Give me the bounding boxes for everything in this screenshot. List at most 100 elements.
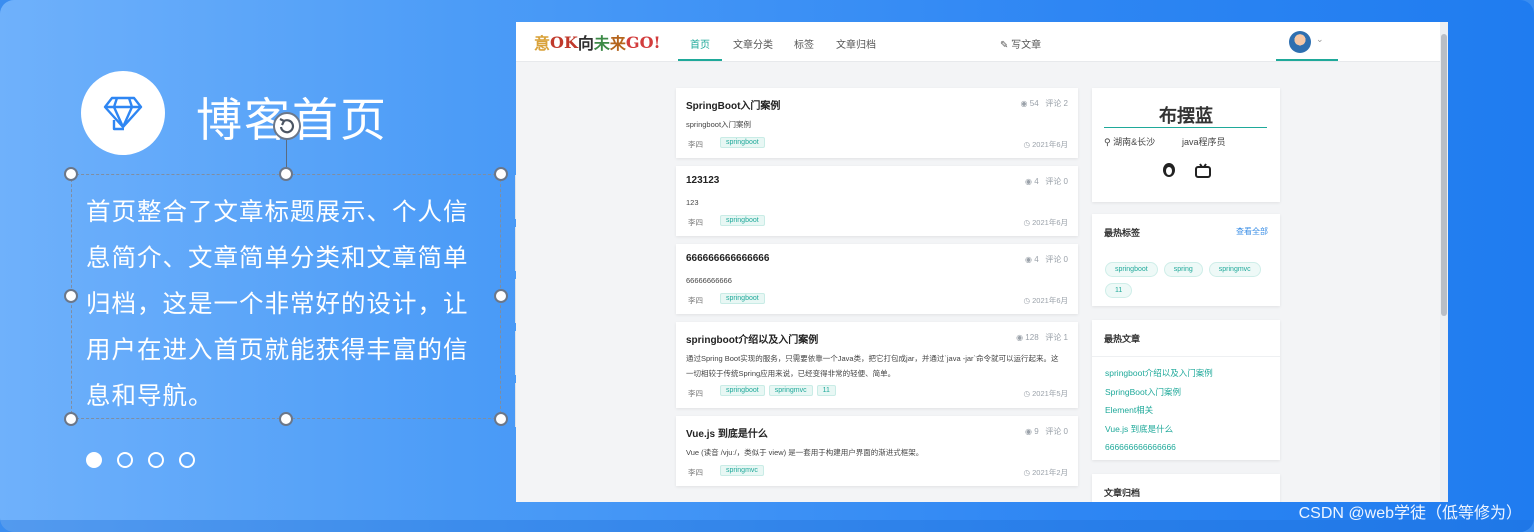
article-title[interactable]: springboot介绍以及入门案例	[686, 331, 818, 346]
article-meta: ◉ 128 评论 1	[1016, 333, 1068, 342]
article-tag[interactable]: springmvc	[768, 385, 813, 396]
hot-article-link[interactable]: SpringBoot入门案例	[1105, 383, 1213, 402]
article-tag[interactable]: 11	[816, 385, 836, 396]
article-tag[interactable]: springboot	[720, 215, 765, 226]
scrollbar-thumb[interactable]	[1441, 34, 1447, 316]
blog-logo[interactable]: 意 OK 向未来 GO!	[534, 29, 674, 55]
article-comments: 评论 0	[1045, 255, 1068, 264]
hot-article-link[interactable]: Vue.js 到底是什么	[1105, 420, 1213, 439]
hot-tags-list: springboot spring springmvc 11	[1105, 262, 1275, 298]
article-views: 54	[1029, 99, 1039, 108]
article-date-text: 2021年6月	[1032, 140, 1068, 149]
scrollbar[interactable]	[1440, 22, 1448, 502]
rotate-icon[interactable]	[272, 111, 302, 141]
nav-item-tags[interactable]: 标签	[794, 36, 814, 51]
article-card[interactable]: Vue.js 到底是什么 ◉ 9 评论 0 Vue (读音 /vjuː/，类似于…	[676, 416, 1078, 486]
article-date-text: 2021年5月	[1032, 389, 1068, 398]
article-title[interactable]: Vue.js 到底是什么	[686, 425, 768, 440]
article-views: 128	[1025, 333, 1039, 342]
resize-handle-top[interactable]	[279, 167, 293, 181]
article-date: ◷ 2021年6月	[1023, 140, 1069, 149]
view-all-link[interactable]: 查看全部	[1236, 226, 1268, 237]
article-tag[interactable]: springboot	[720, 385, 765, 396]
qq-icon[interactable]	[1160, 162, 1178, 185]
article-card[interactable]: springboot介绍以及入门案例 ◉ 128 评论 1 通过Spring B…	[676, 322, 1078, 408]
archive-card: 文章归档	[1092, 474, 1280, 502]
profile-divider	[1104, 127, 1267, 128]
article-author: 李四	[688, 218, 703, 227]
hot-article-link[interactable]: 666666666666666	[1105, 438, 1213, 457]
article-comments: 评论 0	[1045, 427, 1068, 436]
profile-name: 布摆蓝	[1159, 106, 1213, 126]
write-article-link[interactable]: ✎ 写文章	[1000, 36, 1041, 51]
nav-item-categories[interactable]: 文章分类	[733, 36, 773, 51]
hot-tag[interactable]: springmvc	[1208, 262, 1261, 277]
article-date: ◷ 2021年5月	[1023, 389, 1069, 398]
article-date: ◷ 2021年6月	[1023, 218, 1069, 227]
article-summary: 123	[686, 198, 699, 207]
avatar-active-indicator	[1276, 59, 1338, 61]
article-summary: 66666666666	[686, 276, 732, 285]
resize-handle-left[interactable]	[64, 289, 78, 303]
nav-active-indicator	[678, 59, 722, 61]
article-card[interactable]: SpringBoot入门案例 ◉ 54 评论 2 springboot入门案例 …	[676, 88, 1078, 158]
article-author: 李四	[688, 389, 703, 398]
feature-slide: 博客首页 首页整合了文章标题展示、个人信息简介、文章简单分类和文章简单归档，这是…	[0, 0, 1534, 532]
article-author: 李四	[688, 296, 703, 305]
hot-tag[interactable]: 11	[1105, 283, 1133, 298]
carousel-dot[interactable]	[148, 452, 164, 468]
article-views: 4	[1034, 177, 1039, 186]
article-tag[interactable]: springboot	[720, 137, 765, 148]
article-title[interactable]: 123123	[686, 175, 719, 186]
article-views: 4	[1034, 255, 1039, 264]
resize-handle-bottom-right[interactable]	[494, 412, 508, 426]
profile-location: ⚲ 湖南&长沙	[1104, 137, 1156, 147]
watermark: CSDN @web学徒（低等修为）	[1298, 505, 1522, 522]
hot-tag[interactable]: spring	[1163, 262, 1203, 277]
article-card[interactable]: 123123 ◉ 4 评论 0 123 李四 springboot ◷ 2021…	[676, 166, 1078, 236]
article-date: ◷ 2021年2月	[1023, 468, 1069, 477]
article-date-text: 2021年2月	[1032, 468, 1068, 477]
hot-articles-divider	[1092, 356, 1280, 357]
hot-article-link[interactable]: Element相关	[1105, 401, 1213, 420]
article-views: 9	[1034, 427, 1039, 436]
hot-articles-heading: 最热文章	[1104, 334, 1141, 344]
article-meta: ◉ 9 评论 0	[1025, 427, 1068, 436]
hot-articles-card: 最热文章 springboot介绍以及入门案例 SpringBoot入门案例 E…	[1092, 320, 1280, 460]
article-author: 李四	[688, 468, 703, 477]
resize-handle-top-left[interactable]	[64, 167, 78, 181]
article-meta: ◉ 4 评论 0	[1025, 255, 1068, 264]
carousel-dot[interactable]	[86, 452, 102, 468]
profile-location-text: 湖南&长沙	[1113, 137, 1156, 147]
avatar[interactable]	[1289, 31, 1311, 53]
blog-screenshot: 意 OK 向未来 GO! 首页 文章分类 标签 文章归档 ✎ 写文章 ⌄ Spring…	[516, 22, 1448, 502]
resize-handle-right[interactable]	[494, 289, 508, 303]
resize-handle-top-right[interactable]	[494, 167, 508, 181]
article-author: 李四	[688, 140, 703, 149]
carousel-dot[interactable]	[179, 452, 195, 468]
article-date-text: 2021年6月	[1032, 296, 1068, 305]
article-meta: ◉ 4 评论 0	[1025, 177, 1068, 186]
write-article-label: 写文章	[1011, 40, 1042, 51]
article-comments: 评论 1	[1045, 333, 1068, 342]
article-title[interactable]: 666666666666666	[686, 253, 769, 264]
article-tags: springboot	[720, 293, 765, 304]
article-title[interactable]: SpringBoot入门案例	[686, 97, 780, 112]
hot-article-link[interactable]: springboot介绍以及入门案例	[1105, 364, 1213, 383]
article-tag[interactable]: springmvc	[720, 465, 764, 476]
article-summary: 通过Spring Boot实现的服务，只需要依靠一个Java类，把它打包成jar…	[686, 354, 1059, 378]
diamond-hand-icon	[81, 71, 165, 155]
hot-tag[interactable]: springboot	[1105, 262, 1158, 277]
article-tags: springboot	[720, 137, 765, 148]
article-tags: springmvc	[720, 465, 764, 476]
bilibili-icon[interactable]	[1194, 162, 1212, 185]
article-date: ◷ 2021年6月	[1023, 296, 1069, 305]
carousel-dot[interactable]	[117, 452, 133, 468]
nav-item-home[interactable]: 首页	[690, 36, 710, 51]
article-tag[interactable]: springboot	[720, 293, 765, 304]
slide-description[interactable]: 首页整合了文章标题展示、个人信息简介、文章简单分类和文章简单归档，这是一个非常好…	[86, 190, 486, 420]
chevron-down-icon[interactable]: ⌄	[1316, 34, 1324, 45]
article-card[interactable]: 666666666666666 ◉ 4 评论 0 66666666666 李四 …	[676, 244, 1078, 314]
nav-item-archive[interactable]: 文章归档	[836, 36, 876, 51]
resize-handle-bottom-left[interactable]	[64, 412, 78, 426]
